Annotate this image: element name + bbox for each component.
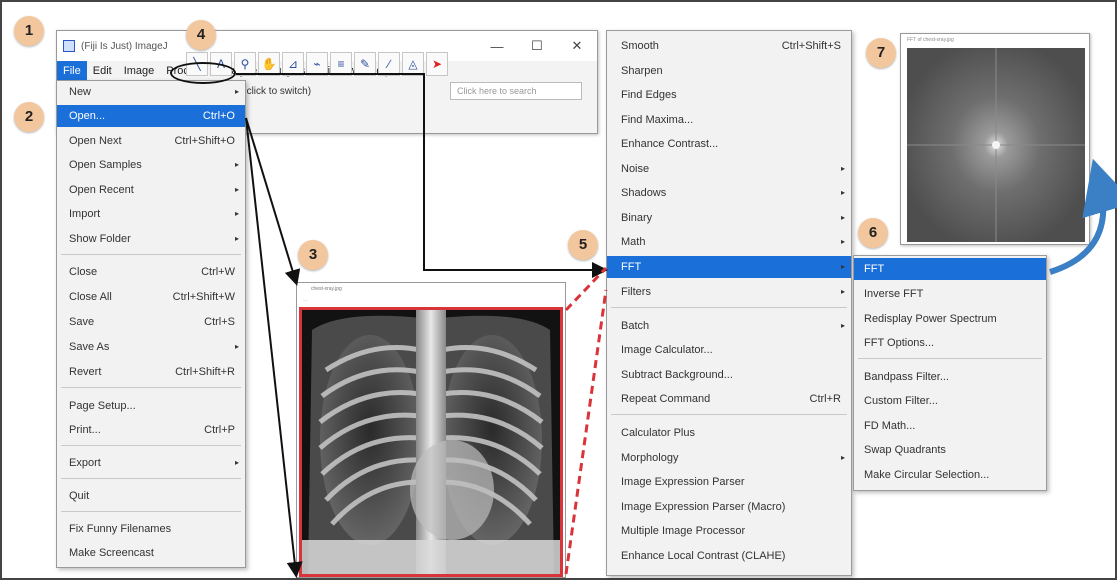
connector-zoom-dashes [564,266,608,575]
step-badge-5: 5 [568,230,598,260]
connector-open-to-image [245,117,303,578]
step-badge-3: 3 [298,240,328,270]
step-badge-7: 7 [866,38,896,68]
annotation-overlay [236,73,1117,578]
step-badge-2: 2 [14,102,44,132]
curved-result-arrow [1049,158,1117,275]
step-badge-1: 1 [14,16,44,46]
step-badge-6: 6 [858,218,888,248]
step-badge-4: 4 [186,20,216,50]
connector-process-to-fft [236,73,608,278]
